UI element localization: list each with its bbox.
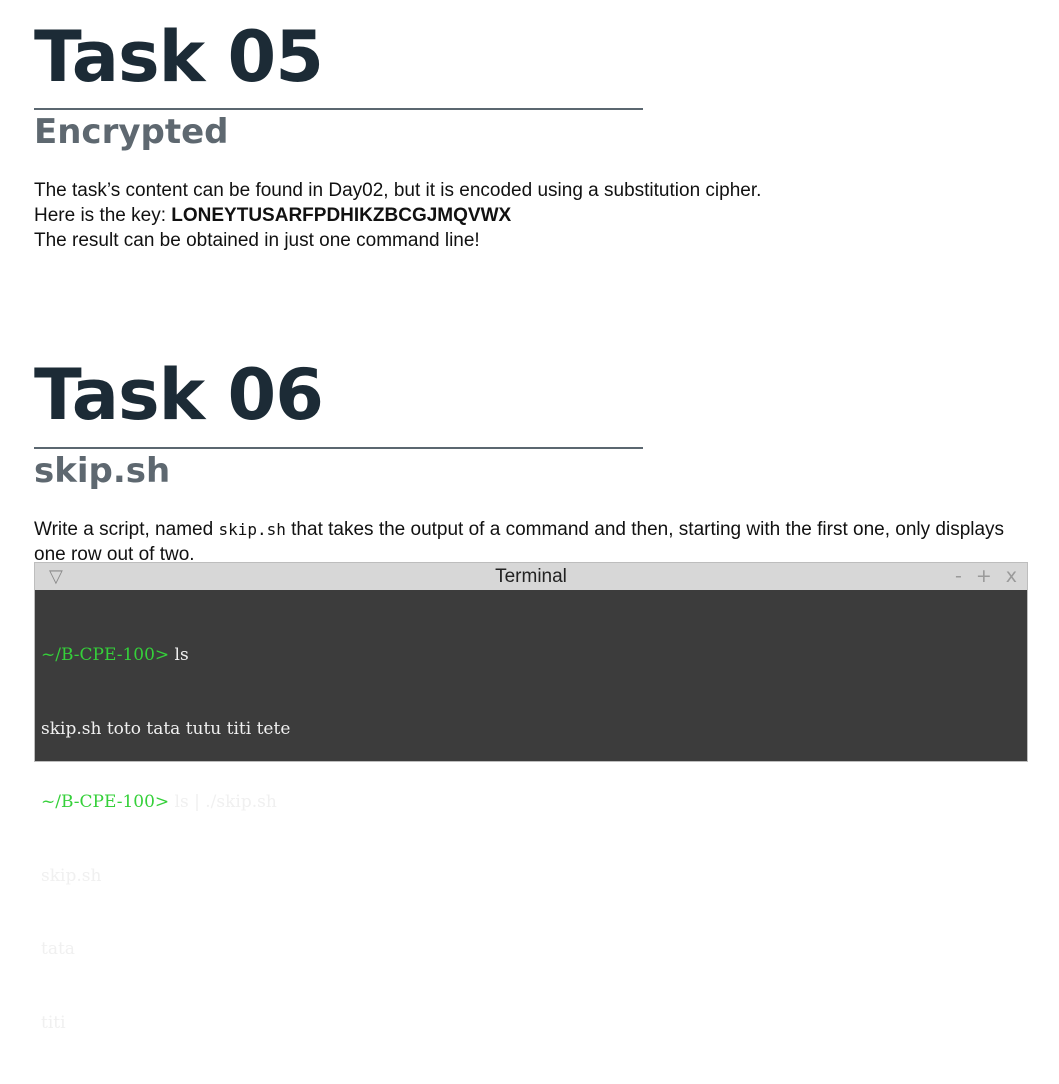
terminal-prompt: ~/B-CPE-100> (41, 792, 175, 812)
terminal-text: ls | ./skip.sh (174, 792, 277, 812)
close-icon[interactable]: x (1006, 565, 1017, 587)
terminal-output: ~/B-CPE-100> ls skip.sh toto tata tutu t… (41, 594, 290, 1084)
maximize-icon[interactable]: + (976, 565, 992, 587)
terminal-text: ls (174, 645, 189, 665)
task05-key-prefix: Here is the key: (34, 205, 172, 226)
task05-subtitle: Encrypted (34, 112, 229, 152)
task05-line3: The result can be obtained in just one c… (34, 230, 480, 251)
task05-line1: The task’s content can be found in Day02… (34, 180, 762, 201)
terminal-line: ~/B-CPE-100> ls | ./skip.sh (41, 790, 290, 815)
terminal-text: titi (41, 1012, 66, 1033)
terminal-line: skip.sh toto tata tutu titi tete (41, 717, 290, 742)
task06-description: Write a script, named skip.sh that takes… (34, 517, 1025, 567)
task06-desc-code: skip.sh (218, 520, 286, 539)
terminal-title: Terminal (495, 566, 567, 587)
minimize-icon[interactable]: - (955, 565, 962, 587)
task05-title: Task 05 (34, 16, 324, 98)
terminal-title-bar: ▽ Terminal - + x (35, 563, 1027, 590)
task06-desc-prefix: Write a script, named (34, 519, 219, 540)
task06-divider (34, 447, 643, 449)
terminal-line: ~/B-CPE-100> ls (41, 643, 290, 668)
task05-key: LONEYTUSARFPDHIKZBCGJMQVWX (171, 205, 512, 226)
terminal-line: tata (41, 937, 290, 962)
task06-title: Task 06 (34, 354, 324, 436)
terminal-window-controls: - + x (955, 565, 1017, 587)
task05-divider (34, 108, 643, 110)
terminal-window: ▽ Terminal - + x ~/B-CPE-100> ls skip.sh… (34, 562, 1028, 1033)
task05-key-line: Here is the key: LONEYTUSARFPDHIKZBCGJMQ… (34, 203, 1025, 228)
task06-subtitle: skip.sh (34, 451, 171, 491)
terminal-prompt: ~/B-CPE-100> (41, 645, 175, 665)
terminal-text: tata (41, 939, 75, 959)
task05-description: The task’s content can be found in Day02… (34, 178, 1025, 253)
terminal-line: skip.sh (41, 864, 290, 889)
terminal-text: skip.sh toto tata tutu titi tete (41, 718, 291, 739)
terminal-text: skip.sh (41, 865, 102, 886)
terminal-line: titi (41, 1011, 290, 1036)
